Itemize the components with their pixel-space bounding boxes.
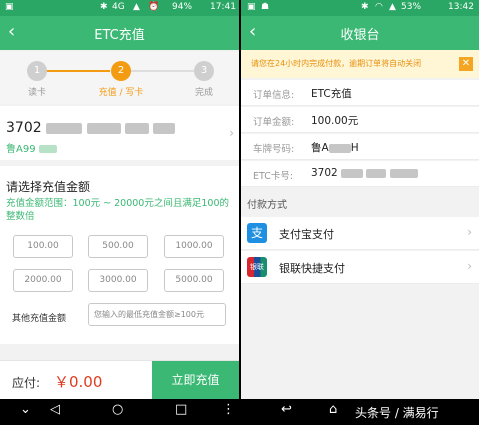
step-2-label: 充值 / 写卡 xyxy=(98,88,144,98)
nav-bar: ↩ ⌂ 头条号 / 满易行 xyxy=(241,399,479,425)
home-nav-icon[interactable]: ⌂ xyxy=(329,402,337,417)
chevron-right-icon: › xyxy=(467,225,472,239)
checkout-bar: 应付: ￥0.00 立即充值 xyxy=(0,360,239,400)
amount-option-1000[interactable]: 1000.00 xyxy=(164,235,224,258)
chevron-down-icon[interactable]: ⌄ xyxy=(20,402,31,417)
step-indicator: 1 2 3 读卡 充值 / 写卡 完成 xyxy=(0,52,239,104)
home-nav-icon[interactable]: ○ xyxy=(112,402,123,417)
network-type: 4G xyxy=(112,2,125,12)
nav-bar: ⌄ ◁ ○ □ ⋮ xyxy=(0,399,239,425)
recharge-button[interactable]: 立即充值 xyxy=(152,361,239,400)
step-line-2 xyxy=(130,70,194,72)
pay-amount: ￥0.00 xyxy=(54,373,103,391)
alipay-label: 支付宝支付 xyxy=(279,228,334,241)
watermark: 头条号 / 满易行 xyxy=(355,406,439,420)
step-2-circle: 2 xyxy=(111,61,131,81)
battery-level: 94% xyxy=(172,2,193,12)
clock: 13:42 xyxy=(448,2,474,12)
chevron-right-icon: › xyxy=(467,259,472,273)
card-row: ETC卡号: 3702 xyxy=(241,161,479,187)
card-number: 3702 xyxy=(6,120,176,136)
order-label: 订单信息: xyxy=(253,90,295,101)
unionpay-option[interactable]: 银联 银联快捷支付 › xyxy=(241,251,479,284)
page-title: 收银台 xyxy=(340,28,380,43)
left-screen: ▣ ✱ 4G ▲ ⏰ 94% 17:41 ‹ ETC充值 1 2 3 读卡 充值… xyxy=(0,0,239,425)
payment-section-title: 付款方式 xyxy=(247,200,287,211)
more-icon[interactable]: ⋮ xyxy=(222,402,235,417)
step-1-label: 读卡 xyxy=(27,88,46,98)
notice-text: 请您在24小时内完成付款，逾期订单将自动关闭 xyxy=(251,59,422,68)
back-nav-icon[interactable]: ↩ xyxy=(281,402,292,417)
amount-title: 请选择充值金额 xyxy=(6,180,91,194)
order-value: ETC充值 xyxy=(311,88,352,100)
plate-value: 鲁A H xyxy=(311,142,359,154)
notification-icon: ▣ xyxy=(5,2,14,12)
order-amount-row: 订单金额: 100.00元 xyxy=(241,107,479,133)
chevron-right-icon: › xyxy=(229,126,234,140)
notification-icon: ▣ xyxy=(247,2,256,12)
app-header: ‹ 收银台 xyxy=(241,16,479,50)
step-1-circle: 1 xyxy=(27,61,47,81)
alipay-option[interactable]: 支 支付宝支付 › xyxy=(241,217,479,250)
step-3-circle: 3 xyxy=(194,61,214,81)
step-line-1 xyxy=(46,70,110,72)
signal-icon: ▲ xyxy=(389,2,396,12)
status-bar: ▣ ☗ ✱ ◠ ▲ 53% 13:42 xyxy=(241,0,479,16)
unionpay-label: 银联快捷支付 xyxy=(279,262,345,275)
amount-option-500[interactable]: 500.00 xyxy=(88,235,148,258)
plate-row: 车牌号码: 鲁A H xyxy=(241,134,479,160)
other-amount-input[interactable]: 您输入的最低充值金额≥100元 xyxy=(88,303,226,326)
pay-label: 应付: xyxy=(12,376,41,390)
order-amount-label: 订单金额: xyxy=(253,117,295,128)
amount-range-text: 充值金额范围：100元 ~ 20000元之间且满足100的整数倍 xyxy=(6,198,229,222)
unionpay-icon: 银联 xyxy=(247,257,267,277)
other-amount-label: 其他充值金额 xyxy=(12,314,67,324)
alipay-icon: 支 xyxy=(247,223,267,243)
order-amount-value: 100.00元 xyxy=(311,115,359,127)
close-icon[interactable]: ✕ xyxy=(459,57,473,71)
alarm-icon: ⏰ xyxy=(148,2,160,12)
clock: 17:41 xyxy=(210,2,236,12)
amount-option-3000[interactable]: 3000.00 xyxy=(88,269,148,292)
order-info-row: 订单信息: ETC充值 xyxy=(241,80,479,106)
payment-notice: 请您在24小时内完成付款，逾期订单将自动关闭 ✕ xyxy=(241,50,479,78)
plate-number: 鲁A99 xyxy=(6,140,57,155)
battery-level: 53% xyxy=(401,2,422,12)
amount-option-2000[interactable]: 2000.00 xyxy=(13,269,73,292)
amount-option-100[interactable]: 100.00 xyxy=(13,235,73,258)
card-value: 3702 xyxy=(311,167,418,179)
status-bar: ▣ ✱ 4G ▲ ⏰ 94% 17:41 xyxy=(0,0,239,16)
recent-apps-icon[interactable]: □ xyxy=(175,402,187,417)
signal-icon: ▲ xyxy=(133,2,140,12)
app-header: ‹ ETC充值 xyxy=(0,16,239,50)
back-nav-icon[interactable]: ◁ xyxy=(50,402,60,417)
right-screen: ▣ ☗ ✱ ◠ ▲ 53% 13:42 ‹ 收银台 请您在24小时内完成付款，逾… xyxy=(241,0,479,425)
amount-option-5000[interactable]: 5000.00 xyxy=(164,269,224,292)
step-3-label: 完成 xyxy=(194,88,213,98)
bluetooth-icon: ✱ xyxy=(100,2,108,12)
etc-card-info[interactable]: 3702 鲁A99 › xyxy=(0,106,239,160)
plate-label: 车牌号码: xyxy=(253,144,295,155)
android-icon: ☗ xyxy=(261,2,270,12)
page-title: ETC充值 xyxy=(94,28,145,43)
card-label: ETC卡号: xyxy=(253,171,294,182)
wifi-icon: ◠ xyxy=(375,2,383,12)
bluetooth-icon: ✱ xyxy=(361,2,369,12)
